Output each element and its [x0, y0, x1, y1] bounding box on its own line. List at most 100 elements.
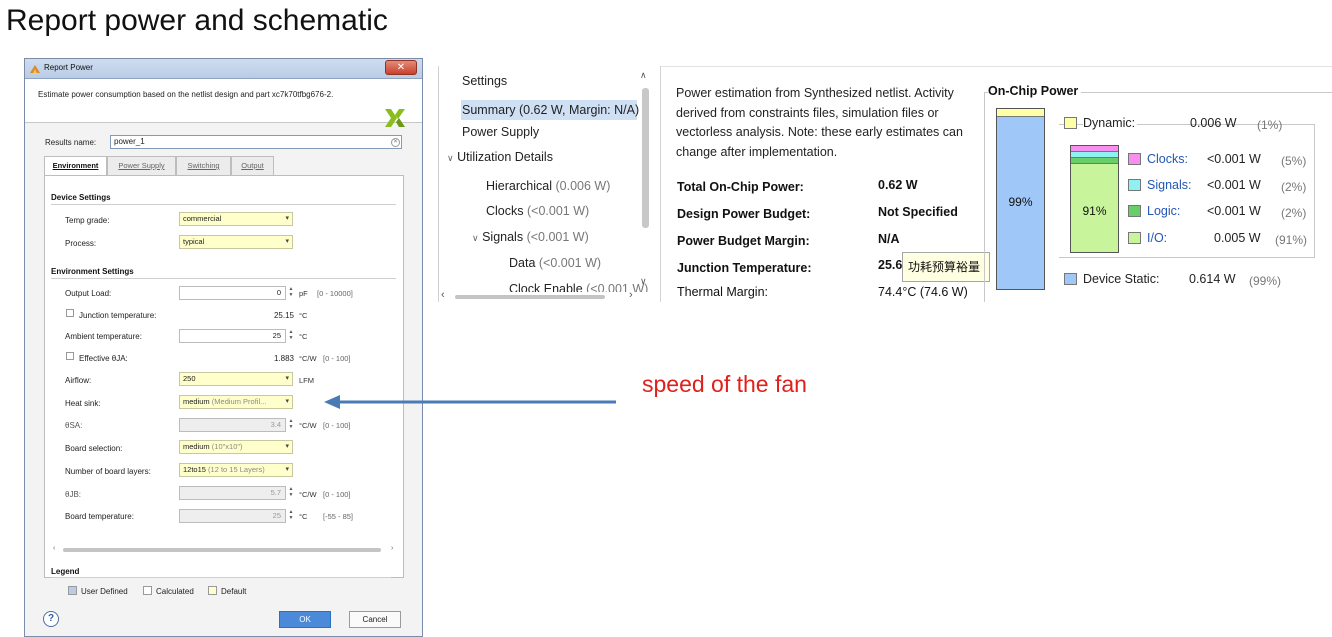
output-load-input[interactable]: 0	[179, 286, 286, 300]
theta-jb-range: [0 - 100]	[323, 490, 351, 499]
airflow-value: 250	[183, 374, 196, 383]
device-settings-heading: Device Settings	[51, 193, 111, 202]
design-power-budget-value: Not Specified	[878, 205, 958, 219]
scrollbar-thumb[interactable]	[63, 548, 381, 552]
ambient-temperature-label: Ambient temperature:	[65, 332, 142, 341]
summary-description: Power estimation from Synthesized netlis…	[676, 86, 963, 159]
effective-theta-ja-range: [0 - 100]	[323, 354, 351, 363]
process-label: Process:	[65, 239, 97, 248]
heat-sink-select[interactable]: medium (Medium Profil... ▾	[179, 395, 293, 409]
spinner-arrows-icon[interactable]: ▲ ▼	[287, 418, 295, 432]
theta-sa-input[interactable]: 3.4	[179, 418, 286, 432]
environment-settings-heading: Environment Settings	[51, 267, 134, 276]
spinner-arrows-icon[interactable]: ▲ ▼	[287, 509, 295, 523]
ok-button[interactable]: OK	[279, 611, 331, 628]
chevron-left-icon[interactable]: ‹	[53, 545, 55, 552]
board-layers-select[interactable]: 12to15 (12 to 15 Layers) ▾	[179, 463, 293, 477]
temp-grade-value: commercial	[183, 214, 222, 223]
effective-theta-ja-value: 1.883	[273, 354, 294, 363]
chevron-left-icon[interactable]: ‹	[441, 289, 445, 301]
results-name-input[interactable]: power_1	[110, 135, 402, 149]
signals-link[interactable]: Signals:	[1147, 178, 1191, 192]
scrollbar-thumb[interactable]	[642, 88, 649, 228]
total-on-chip-power-value: 0.62 W	[878, 178, 918, 192]
theta-sa-label: θSA:	[65, 421, 83, 430]
airflow-select[interactable]: 250 ▾	[179, 372, 293, 386]
horizontal-scrollbar[interactable]: ‹ ›	[441, 289, 637, 302]
output-load-unit: pF	[299, 289, 308, 298]
scrollbar-thumb[interactable]	[455, 295, 605, 299]
temp-grade-select[interactable]: commercial ▾	[179, 212, 293, 226]
chevron-down-icon: ▾	[285, 443, 289, 450]
dynamic-label: Dynamic:	[1083, 116, 1138, 130]
logic-percent: (2%)	[1281, 206, 1307, 220]
nav-clocks[interactable]: Clocks (<0.001 W)	[486, 204, 589, 218]
io-percent: (91%)	[1275, 233, 1308, 247]
tab-switching[interactable]: Switching	[176, 156, 231, 175]
airflow-unit: LFM	[299, 376, 314, 385]
nav-utilization-details[interactable]: ∨ Utilization Details	[447, 150, 553, 164]
clear-icon[interactable]: ✕	[391, 138, 400, 147]
tab-power-supply[interactable]: Power Supply	[107, 156, 176, 175]
chevron-down-icon[interactable]: ∨	[447, 153, 454, 163]
board-temperature-input[interactable]: 25	[179, 509, 286, 523]
spinner-arrows-icon[interactable]: ▲ ▼	[287, 486, 295, 500]
nav-signals-label: Signals	[482, 230, 524, 244]
logic-link[interactable]: Logic:	[1147, 204, 1180, 218]
horizontal-scrollbar[interactable]: ‹ ›	[53, 545, 398, 554]
chevron-right-icon[interactable]: ›	[629, 289, 633, 301]
thermal-margin-label: Thermal Margin:	[677, 285, 768, 299]
chevron-down-icon[interactable]: ∨	[640, 276, 647, 287]
chevron-right-icon[interactable]: ›	[391, 545, 393, 552]
junction-temperature-checkbox[interactable]	[66, 309, 74, 317]
board-temperature-range: [-55 - 85]	[323, 512, 354, 521]
pane-top-border	[660, 66, 1332, 67]
nav-data-label: Data	[509, 256, 536, 270]
clocks-link[interactable]: Clocks:	[1147, 152, 1188, 166]
dynamic-percent: (1%)	[1257, 118, 1283, 132]
process-select[interactable]: typical ▾	[179, 235, 293, 249]
junction-temperature-label: Junction temperature:	[79, 311, 157, 320]
signals-percent: (2%)	[1281, 180, 1307, 194]
nav-data[interactable]: Data (<0.001 W)	[509, 256, 601, 270]
nav-clock-enable-label: Clock Enable	[509, 282, 583, 292]
effective-theta-ja-checkbox[interactable]	[66, 352, 74, 360]
heat-sink-label: Heat sink:	[65, 399, 101, 408]
chevron-down-icon[interactable]: ∨	[472, 233, 479, 243]
legend-swatch-default	[208, 586, 217, 595]
process-value: typical	[183, 237, 205, 246]
report-power-dialog: Report Power ✕ Estimate power consumptio…	[24, 58, 423, 637]
theta-jb-label: θJB:	[65, 490, 82, 499]
theta-sa-unit: °C/W	[299, 421, 317, 430]
nav-clock-enable[interactable]: Clock Enable (<0.001 W)	[509, 282, 648, 292]
clocks-value: <0.001 W	[1207, 152, 1261, 166]
io-link[interactable]: I/O:	[1147, 231, 1167, 245]
nav-hierarchical[interactable]: Hierarchical (0.006 W)	[486, 179, 610, 193]
tooltip: 功耗预算裕量	[902, 252, 990, 282]
board-layers-label: Number of board layers:	[65, 467, 151, 476]
power-budget-margin-label: Power Budget Margin:	[677, 234, 810, 248]
dialog-title: Report Power	[44, 63, 93, 72]
spinner-arrows-icon[interactable]: ▲ ▼	[287, 286, 295, 300]
vivado-icon	[30, 65, 40, 73]
nav-summary[interactable]: Summary (0.62 W, Margin: N/A)	[461, 100, 639, 120]
section-divider	[51, 577, 391, 578]
nav-signals[interactable]: ∨ Signals (<0.001 W)	[472, 230, 589, 244]
spinner-arrows-icon[interactable]: ▲ ▼	[287, 329, 295, 343]
nav-power-supply[interactable]: Power Supply	[462, 125, 539, 139]
chevron-up-icon[interactable]: ∧	[640, 70, 647, 81]
ambient-temperature-input[interactable]: 25	[179, 329, 286, 343]
device-static-percent-label: 99%	[1008, 195, 1033, 209]
theta-jb-input[interactable]: 5.7	[179, 486, 286, 500]
effective-theta-ja-unit: °C/W	[299, 354, 317, 363]
tab-output[interactable]: Output	[231, 156, 274, 175]
output-load-label: Output Load:	[65, 289, 112, 298]
board-selection-value: medium	[183, 442, 210, 451]
vertical-scrollbar[interactable]: ∧ ∨	[639, 70, 651, 292]
help-button[interactable]: ?	[43, 611, 59, 627]
cancel-button[interactable]: Cancel	[349, 611, 401, 628]
tab-environment[interactable]: Environment	[44, 156, 107, 176]
close-button[interactable]: ✕	[385, 60, 417, 75]
board-selection-select[interactable]: medium (10"x10") ▾	[179, 440, 293, 454]
nav-settings[interactable]: Settings	[462, 74, 507, 88]
